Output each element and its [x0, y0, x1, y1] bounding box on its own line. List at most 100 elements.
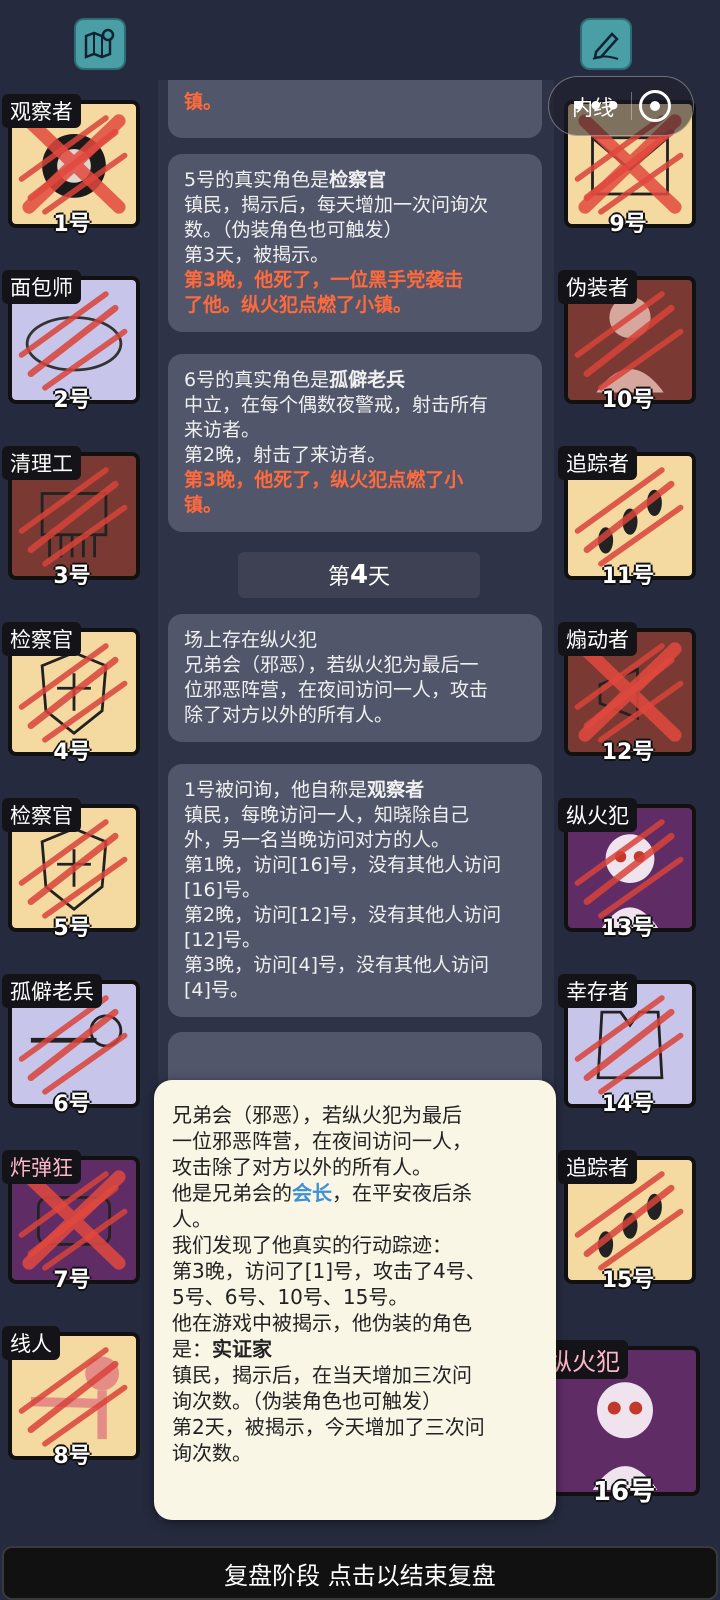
day-prefix: 第 — [327, 565, 350, 590]
log-text: 外，另一名当晚访问对方的人。 — [184, 829, 451, 851]
player-card-7号[interactable]: 炸弹狂 7号 — [2, 1150, 142, 1293]
role-label: 检察官 — [2, 798, 81, 832]
map-button[interactable] — [74, 18, 126, 70]
player-number: 3号 — [53, 564, 91, 589]
log-text: 6号的真实角色是 — [184, 369, 330, 391]
edit-note-icon — [592, 32, 619, 60]
role-label: 面包师 — [2, 270, 81, 304]
player-card-1号[interactable]: 观察者 1号 — [2, 94, 142, 237]
player-card-8号[interactable]: 线人 8号 — [2, 1326, 142, 1469]
role-label: 观察者 — [2, 94, 81, 128]
log-text: 中立，在每个偶数夜警戒，射击所有 — [184, 394, 489, 416]
mini-program-capsule: ••• — [548, 76, 694, 136]
role-name: 观察者 — [367, 779, 425, 801]
player-number: 11号 — [601, 564, 655, 589]
popup-text: 他是兄弟会的 — [172, 1181, 292, 1205]
popup-text: 第3晚，访问了[1]号，攻击了4号、 — [172, 1259, 486, 1283]
player-number: 16号 — [592, 1477, 656, 1507]
popup-text: ，在平安夜后杀 — [332, 1181, 472, 1205]
role-label: 伪装者 — [558, 270, 637, 304]
log-text: 第2晚，射击了来访者。 — [184, 444, 387, 466]
role-label: 纵火犯 — [558, 798, 637, 832]
player-card-14号[interactable]: 幸存者 14号 — [558, 974, 698, 1117]
log-text: 镇。 — [184, 91, 223, 113]
player-card-13号[interactable]: 纵火犯 13号 — [558, 798, 698, 941]
popup-text: 兄弟会（邪恶），若纵火犯为最后 — [172, 1103, 462, 1127]
player-number: 5号 — [53, 916, 91, 941]
player-number: 14号 — [601, 1092, 655, 1117]
role-label: 线人 — [2, 1326, 60, 1360]
player-card-15号[interactable]: 追踪者 15号 — [558, 1150, 698, 1293]
log-text: 第2晚，访问[12]号，没有其他人访问 — [184, 904, 502, 926]
log-message: 场上存在纵火犯 兄弟会（邪恶），若纵火犯为最后一 位邪恶阵营，在夜间访问一人，攻… — [168, 614, 542, 742]
role-label: 煽动者 — [558, 622, 637, 656]
player-detail-popup[interactable]: 兄弟会（邪恶），若纵火犯为最后 一位邪恶阵营，在夜间访问一人， 攻击除了对方以外… — [154, 1080, 556, 1520]
log-text: 数。（伪装角色也可触发） — [184, 219, 403, 241]
notes-button[interactable] — [580, 18, 632, 70]
log-message: 1号被问询，他自称是观察者 镇民，每晚访问一人，知晓除自己 外，另一名当晚访问对… — [168, 764, 542, 1017]
player-number: 4号 — [53, 740, 91, 765]
log-text: 第3天，被揭示。 — [184, 244, 330, 266]
player-number: 15号 — [601, 1268, 655, 1293]
death-text: 第3晚，他死了，一位黑手党袭击 — [184, 269, 464, 291]
player-number: 12号 — [601, 740, 655, 765]
popup-text: 询次数。 — [172, 1441, 252, 1465]
log-text: 5号的真实角色是 — [184, 169, 330, 191]
log-text: 镇民，每晚访问一人，知晓除自己 — [184, 804, 470, 826]
player-number: 1号 — [53, 212, 91, 237]
death-text: 镇。 — [184, 494, 223, 516]
popup-text: 一位邪恶阵营，在夜间访问一人， — [172, 1129, 472, 1153]
player-card-12号[interactable]: 煽动者 12号 — [558, 622, 698, 765]
player-card-2号[interactable]: 面包师 2号 — [2, 270, 142, 413]
log-text: 位邪恶阵营，在夜间访问一人，攻击 — [184, 679, 489, 701]
role-label: 孤僻老兵 — [2, 974, 102, 1008]
log-message: 5号的真实角色是检察官 镇民，揭示后，每天增加一次问询次 数。（伪装角色也可触发… — [168, 154, 542, 332]
target-icon[interactable] — [639, 90, 672, 122]
log-text: 第1晚，访问[16]号，没有其他人访问 — [184, 854, 502, 876]
log-text: 镇民，揭示后，每天增加一次问询次 — [184, 194, 489, 216]
log-text: 兄弟会（邪恶），若纵火犯为最后一 — [184, 654, 479, 676]
rank-label: 会长 — [292, 1181, 332, 1205]
death-text: 第3晚，他死了，纵火犯点燃了小 — [184, 469, 464, 491]
capsule-divider — [630, 92, 632, 120]
popup-text: 5号、6号、10号、15号。 — [172, 1285, 409, 1309]
role-name: 孤僻老兵 — [329, 369, 406, 391]
player-number: 7号 — [53, 1268, 91, 1293]
player-number: 10号 — [601, 388, 655, 413]
player-card-4号[interactable]: 检察官 4号 — [2, 622, 142, 765]
log-text: [4]号。 — [184, 979, 249, 1001]
role-name: 实证家 — [212, 1337, 272, 1361]
role-label: 追踪者 — [558, 446, 637, 480]
role-label: 追踪者 — [558, 1150, 637, 1184]
player-number: 6号 — [53, 1092, 91, 1117]
player-card-16号[interactable]: 纵火犯 16号 — [540, 1340, 704, 1507]
player-card-3号[interactable]: 清理工 3号 — [2, 446, 142, 589]
role-label: 炸弹狂 — [2, 1150, 81, 1184]
role-label: 清理工 — [2, 446, 81, 480]
player-number: 8号 — [53, 1444, 91, 1469]
popup-text: 询次数。（伪装角色也可触发） — [172, 1389, 442, 1413]
day-number: 4 — [349, 560, 369, 590]
player-card-10号[interactable]: 伪装者 10号 — [558, 270, 698, 413]
player-card-5号[interactable]: 检察官 5号 — [2, 798, 142, 941]
popup-text: 他在游戏中被揭示，他伪装的角色 — [172, 1311, 472, 1335]
end-review-label: 复盘阶段 点击以结束复盘 — [224, 1561, 496, 1590]
log-text: [12]号。 — [184, 929, 262, 951]
log-text: 除了对方以外的所有人。 — [184, 704, 394, 726]
role-label: 检察官 — [2, 622, 81, 656]
log-text: 场上存在纵火犯 — [184, 629, 318, 651]
player-number: 2号 — [53, 388, 91, 413]
log-text: 来访者。 — [184, 419, 261, 441]
popup-text: 攻击除了对方以外的所有人。 — [172, 1155, 432, 1179]
end-review-button[interactable]: 复盘阶段 点击以结束复盘 — [2, 1546, 718, 1600]
day-suffix: 天 — [368, 565, 391, 590]
player-number: 13号 — [601, 916, 655, 941]
log-text: [16]号。 — [184, 879, 262, 901]
log-message: 6号的真实角色是孤僻老兵 中立，在每个偶数夜警戒，射击所有 来访者。 第2晚，射… — [168, 354, 542, 532]
popup-text: 第2天，被揭示，今天增加了三次问 — [172, 1415, 485, 1439]
log-message: 镇。 — [168, 80, 542, 138]
player-card-11号[interactable]: 追踪者 11号 — [558, 446, 698, 589]
popup-text: 是： — [172, 1337, 212, 1361]
player-card-6号[interactable]: 孤僻老兵 6号 — [2, 974, 142, 1117]
capsule-label: 内线 — [572, 96, 614, 120]
